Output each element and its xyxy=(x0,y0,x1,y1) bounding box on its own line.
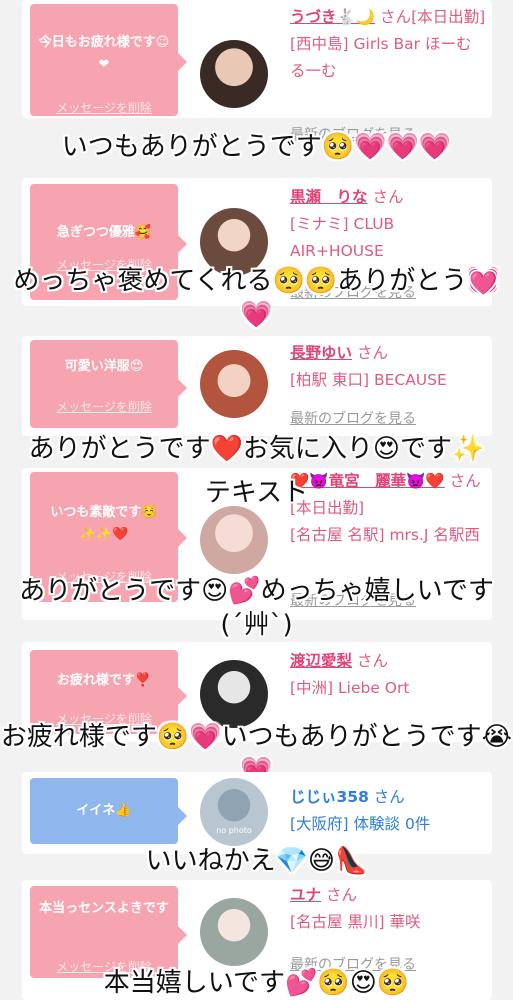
avatar[interactable]: no photo xyxy=(200,778,268,846)
overlay-text: テキスト xyxy=(204,478,309,508)
shop-name[interactable]: [ミナミ] CLUB AIR+HOUSE xyxy=(290,215,394,260)
delete-message-link[interactable]: メッセージを削除 xyxy=(30,398,178,415)
shop-name[interactable]: [名古屋 名駅] mrs.J 名駅西 xyxy=(290,526,480,544)
sender-info: 黒瀬 りな さん [ミナミ] CLUB AIR+HOUSE xyxy=(290,184,486,265)
avatar[interactable] xyxy=(200,40,268,108)
shop-name[interactable]: [名古屋 黒川] 華咲 xyxy=(290,913,420,931)
honorific: さん xyxy=(325,886,357,904)
status-badge: [本日出勤] xyxy=(411,8,486,26)
sender-info: うづき🐇🌙 さん[本日出勤] [西中島] Girls Bar ほーむる一む xyxy=(290,4,486,85)
sender-info: じじぃ358 さん [大阪府] 体験談 0件 xyxy=(290,784,486,838)
message-card: 今日もお疲れ様です☺❤ メッセージを削除 うづき🐇🌙 さん[本日出勤] [西中島… xyxy=(22,0,492,143)
sender-name[interactable]: 渡辺愛梨 xyxy=(290,652,352,670)
honorific: さん xyxy=(356,652,388,670)
message-bubble: 今日もお疲れ様です☺❤ メッセージを削除 xyxy=(30,4,187,116)
sender-name[interactable]: じじぃ358 xyxy=(290,788,369,806)
sender-name[interactable]: うづき🐇🌙 xyxy=(290,8,375,26)
honorific: さん xyxy=(372,188,404,206)
sender-info: 長野ゆい さん [柏駅 東口] BECAUSE xyxy=(290,340,486,394)
honorific: さん xyxy=(356,344,388,362)
message-card: 可愛い洋服😍 メッセージを削除 長野ゆい さん [柏駅 東口] BECAUSE … xyxy=(22,336,492,436)
honorific: さん xyxy=(373,788,405,806)
sender-info: ユナ さん [名古屋 黒川] 華咲 xyxy=(290,882,486,936)
caption: いつもありがとうです🥺💗💗💗 xyxy=(61,132,452,162)
message-bubble: 可愛い洋服😍 メッセージを削除 xyxy=(30,340,187,428)
caption: ありがとうです😍💕めっちゃ嬉しいです(´艸`) xyxy=(19,576,494,640)
message-text: お疲れ様です❣️ xyxy=(56,673,152,688)
avatar[interactable] xyxy=(200,660,268,728)
shop-name[interactable]: [大阪府] 体験談 0件 xyxy=(290,815,430,833)
avatar[interactable] xyxy=(200,350,268,418)
caption: めっちゃ褒めてくれる🥺🥺ありがとう💓💗 xyxy=(13,266,500,330)
sender-name[interactable]: 黒瀬 りな xyxy=(290,188,368,206)
avatar[interactable] xyxy=(200,506,268,574)
caption: いいねかえ💎😅👠 xyxy=(145,846,368,876)
message-bubble: 本当っセンスよきです メッセージを削除 xyxy=(30,886,187,978)
message-text: 可愛い洋服😍 xyxy=(64,359,144,374)
message-text: 今日もお疲れ様です☺❤ xyxy=(38,35,170,72)
message-text: 本当っセンスよきです xyxy=(39,901,169,916)
message-text: 急ぎつつ優雅🥰 xyxy=(56,225,152,240)
message-text: イイネ👍 xyxy=(76,803,132,818)
shop-name[interactable]: [中洲] Liebe Ort xyxy=(290,679,409,697)
sender-name[interactable]: ユナ xyxy=(290,886,321,904)
sender-info: 渡辺愛梨 さん [中洲] Liebe Ort xyxy=(290,648,486,702)
caption: ありがとうです❤️お気に入り😍です✨ xyxy=(28,434,485,464)
blog-link[interactable]: 最新のブログを見る xyxy=(290,408,416,428)
message-card: イイネ👍 no photo じじぃ358 さん [大阪府] 体験談 0件 xyxy=(22,772,492,854)
message-bubble: イイネ👍 xyxy=(30,778,187,844)
shop-name[interactable]: [柏駅 東口] BECAUSE xyxy=(290,371,447,389)
avatar-placeholder-text: no photo xyxy=(216,826,252,835)
shop-name[interactable]: [西中島] Girls Bar ほーむる一む xyxy=(290,35,471,80)
caption: 本当嬉しいです💕🥺😍🥺 xyxy=(103,968,410,998)
delete-message-link[interactable]: メッセージを削除 xyxy=(30,99,178,116)
honorific: さん xyxy=(380,8,412,26)
avatar[interactable] xyxy=(200,898,268,966)
sender-name[interactable]: 長野ゆい xyxy=(290,344,352,362)
